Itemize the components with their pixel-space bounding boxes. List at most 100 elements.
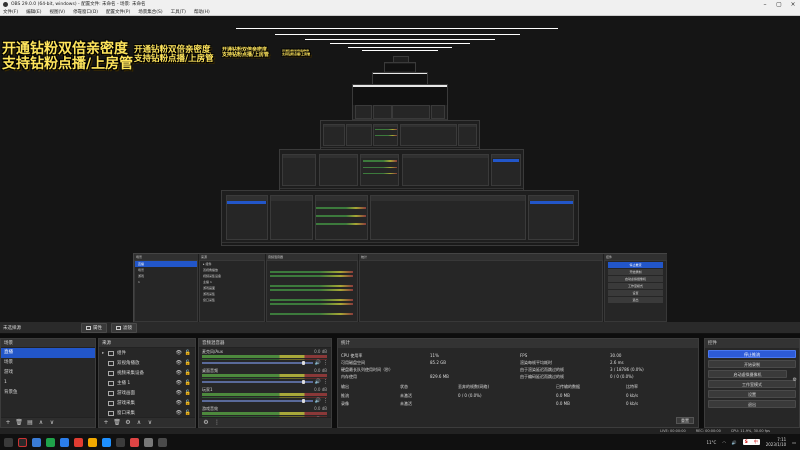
source-item[interactable]: 主播 1 👁 🔓 [99,378,195,388]
volume-slider-handle[interactable] [302,360,306,365]
stat-label: 硬盘最长队列使用时间（秒） [341,367,393,372]
channel-db: 0.0 dB [314,406,327,411]
channel-menu-icon[interactable]: ⋮ [323,360,328,366]
source-label: 窗口采集 [117,411,135,416]
speaker-icon[interactable]: 🔊 [315,360,321,366]
wechat-icon[interactable] [46,437,55,447]
move-scene-up-button[interactable]: ∧ [37,419,45,426]
preview-canvas[interactable]: 场景 来源 音频混音器 统计 控件 直播 场景 游戏 1 ▸ 组件 双视角播放 视频采集设… [0,16,800,322]
menu-item-1[interactable]: 编辑(E) [26,9,41,15]
output-status: 未激活 [400,393,412,398]
source-item[interactable]: 游戏画面 👁 🔓 [99,388,195,398]
stat-label: 由于渲染延迟而跳过的帧 [520,367,564,372]
scene-item[interactable]: 背景鱼 [1,388,95,398]
obs-task-icon[interactable] [18,437,27,447]
volume-slider[interactable] [202,381,313,383]
visibility-icon[interactable]: 👁 [176,400,182,406]
menu-item-6[interactable]: 工具(T) [171,9,186,15]
control-button[interactable]: 退出 [708,400,796,408]
source-properties-button[interactable]: ⚙ [124,419,132,426]
source-item[interactable]: ▸ 组件 👁 🔓 [99,348,195,358]
source-label: 视频采集设备 [117,371,144,376]
notification-icon[interactable]: ▭ [792,440,796,445]
steam-icon[interactable] [116,437,125,447]
visibility-icon[interactable]: 👁 [176,390,182,396]
app-icon-red2[interactable] [130,437,139,447]
volume-slider-handle[interactable] [302,379,306,384]
control-button[interactable]: 启动虚拟摄像机 [708,370,787,378]
speaker-icon[interactable]: 🔊 [315,398,321,404]
menu-item-4[interactable]: 配置文件(P) [106,9,130,15]
app-icon-blue[interactable] [102,437,111,447]
app-icon-red[interactable] [74,437,83,447]
control-button[interactable]: 停止推流 [708,350,796,358]
source-item[interactable]: 视频采集设备 👁 🔓 [99,368,195,378]
control-button[interactable]: 工作室模式 [708,380,796,388]
volume-icon[interactable]: 🔊 [732,440,737,445]
menu-item-5[interactable]: 场景集合(S) [138,9,162,15]
add-scene-button[interactable]: + [4,419,12,426]
scene-menu-button[interactable]: ▤ [26,419,34,426]
lock-icon[interactable]: 🔓 [185,390,191,396]
visibility-icon[interactable]: 👁 [176,410,182,416]
maximize-button[interactable]: ▢ [772,1,786,8]
virtual-camera-settings-icon[interactable]: ⚙ [793,377,797,383]
app-icon-dark[interactable] [158,437,167,447]
source-item[interactable]: 游戏采集 👁 🔓 [99,398,195,408]
app-icon-gray[interactable] [144,437,153,447]
lock-icon[interactable]: 🔓 [185,380,191,386]
stat-label: 可用磁盘空间 [341,360,365,365]
move-source-up-button[interactable]: ∧ [135,419,143,426]
menu-item-3[interactable]: 停靠窗口(D) [73,9,98,15]
lock-icon[interactable]: 🔓 [185,400,191,406]
visibility-icon[interactable]: 👁 [176,380,182,386]
lock-icon[interactable]: 🔓 [185,350,191,356]
ime-indicator[interactable]: S中 [742,439,760,445]
source-label: 游戏采集 [117,401,135,406]
control-button[interactable]: 设置 [708,390,796,398]
move-source-down-button[interactable]: ∨ [146,419,154,426]
menu-item-0[interactable]: 文件(F) [3,9,18,15]
menu-item-7[interactable]: 帮助(H) [194,9,210,15]
scene-item[interactable]: 1 [1,378,95,388]
visibility-icon[interactable]: 👁 [176,370,182,376]
wifi-icon[interactable]: ◠ [722,440,726,445]
explorer-icon[interactable] [60,437,69,447]
close-button[interactable]: × [786,1,800,8]
remove-source-button[interactable]: 🗑 [113,419,121,426]
mixer-menu-button[interactable]: ⋮ [213,419,221,426]
add-source-button[interactable]: + [102,419,110,426]
remove-scene-button[interactable]: 🗑 [15,419,23,426]
lock-icon[interactable]: 🔓 [185,370,191,376]
start-icon[interactable] [4,437,13,447]
volume-slider[interactable] [202,362,313,364]
volume-slider-handle[interactable] [302,398,306,403]
visibility-icon[interactable]: 👁 [176,350,182,356]
sources-title: 来源 [99,339,195,348]
lock-icon[interactable]: 🔓 [185,410,191,416]
source-item[interactable]: 双视角播放 👁 🔓 [99,358,195,368]
properties-button[interactable]: 属性 [81,322,107,333]
control-button[interactable]: 开始录制 [708,360,796,368]
visibility-icon[interactable]: 👁 [176,360,182,366]
source-label: 双视角播放 [117,361,140,366]
channel-menu-icon[interactable]: ⋮ [323,379,328,385]
filters-button[interactable]: 滤镜 [111,322,137,333]
minimize-button[interactable]: – [758,1,772,8]
clock[interactable]: 7:11 2023/1/10 [766,437,787,447]
mixer-channel: 桌面音频 0.0 dB 🔊 ⋮ [199,367,331,386]
scene-item[interactable]: 直播 [1,348,95,358]
mixer-settings-button[interactable]: ⚙ [202,419,210,426]
reset-stats-button[interactable]: 重置 [676,417,694,424]
channel-menu-icon[interactable]: ⋮ [323,398,328,404]
menu-item-2[interactable]: 视图(V) [49,9,65,15]
browser-icon[interactable] [32,437,41,447]
scene-item[interactable]: 场景 [1,358,95,368]
app-icon-yellow[interactable] [88,437,97,447]
move-scene-down-button[interactable]: ∨ [48,419,56,426]
stats-table-header: 状态 [400,384,408,389]
scene-item[interactable]: 游戏 [1,368,95,378]
volume-slider[interactable] [202,400,313,402]
speaker-icon[interactable]: 🔊 [315,379,321,385]
lock-icon[interactable]: 🔓 [185,360,191,366]
